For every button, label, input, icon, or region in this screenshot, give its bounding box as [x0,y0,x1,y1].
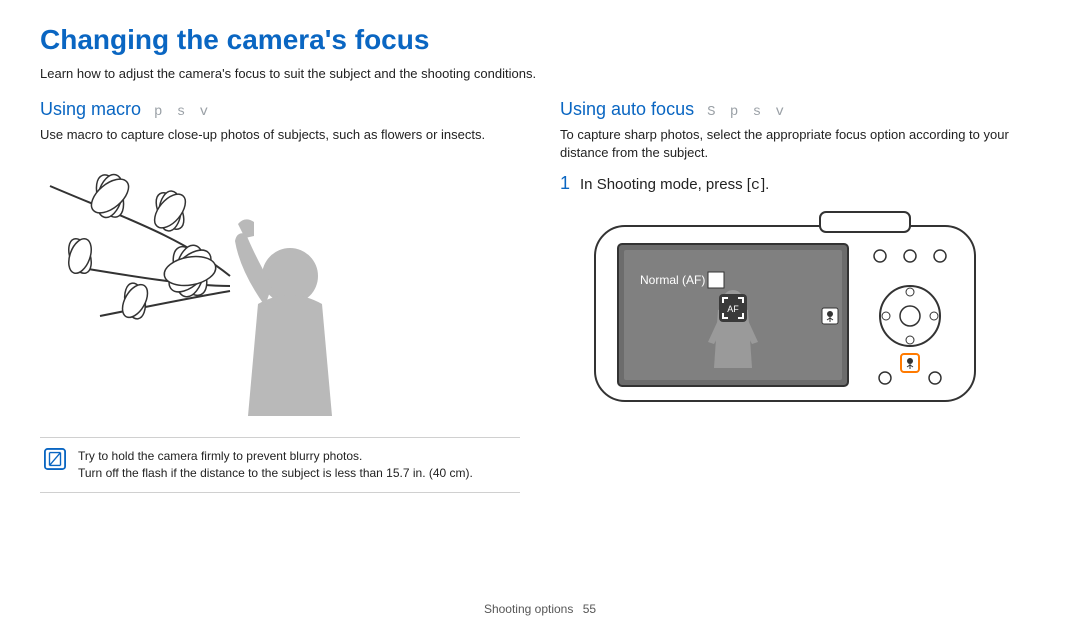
autofocus-heading-text: Using auto focus [560,99,694,119]
autofocus-body: To capture sharp photos, select the appr… [560,126,1040,161]
camera-illustration: AF Normal (AF) [590,208,990,408]
macro-mode-tags: p s v [154,104,211,120]
macro-flower-icon [822,308,838,324]
step-text-suffix: ]. [761,176,769,193]
page-title: Changing the camera's focus [40,24,1040,56]
autofocus-heading: Using auto focus S p s v [560,99,1040,120]
page-intro: Learn how to adjust the camera's focus t… [40,66,1040,81]
autofocus-mode-tags: S p s v [707,104,787,120]
macro-note-box: Try to hold the camera firmly to prevent… [40,437,520,494]
camera-illustration-wrap: AF Normal (AF) [590,208,1040,413]
step-1: 1 In Shooting mode, press [c]. [560,173,1040,194]
footer-section: Shooting options [484,602,573,616]
lcd-mode-label: Normal (AF) [640,273,705,287]
step-text-prefix: In Shooting mode, press [ [580,176,751,193]
macro-heading: Using macro p s v [40,99,520,120]
macro-note-line-1: Try to hold the camera firmly to prevent… [78,448,473,465]
two-column-layout: Using macro p s v Use macro to capture c… [40,99,1040,493]
af-bracket-label: AF [727,304,739,314]
footer-page-number: 55 [583,602,596,616]
step-number: 1 [560,173,570,194]
note-icon [44,448,66,470]
macro-heading-text: Using macro [40,99,141,119]
macro-note-line-2: Turn off the flash if the distance to th… [78,465,473,482]
right-column: Using auto focus S p s v To capture shar… [560,99,1040,493]
left-column: Using macro p s v Use macro to capture c… [40,99,520,493]
macro-body: Use macro to capture close-up photos of … [40,126,520,144]
step-text: In Shooting mode, press [c]. [580,176,769,194]
macro-illustration [40,156,520,416]
page-footer: Shooting options 55 [0,602,1080,616]
step-key: c [751,177,761,194]
macro-note-lines: Try to hold the camera firmly to prevent… [78,448,473,483]
